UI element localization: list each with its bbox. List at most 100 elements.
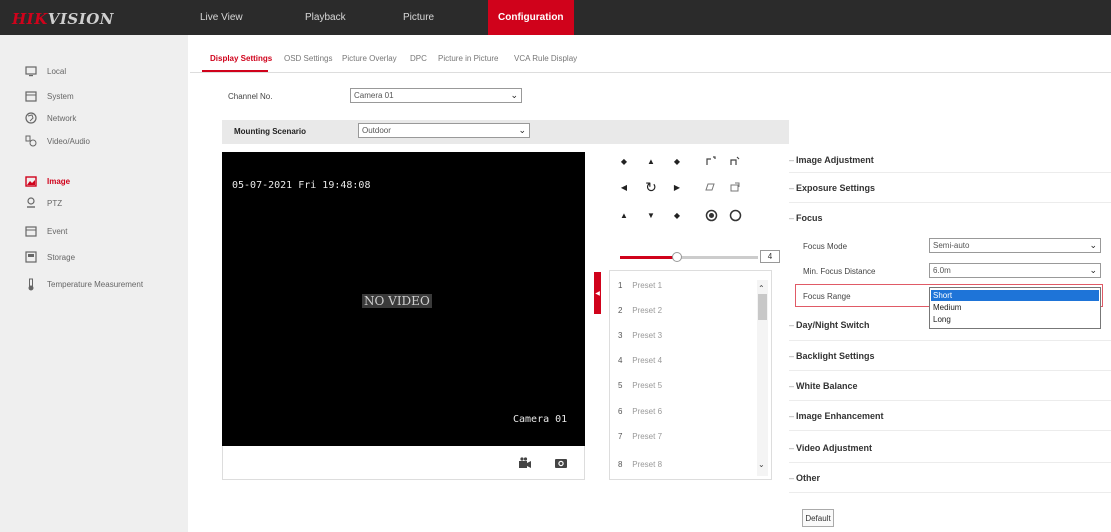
mounting-scenario-select[interactable]: Outdoor ⌄ bbox=[358, 123, 530, 138]
list-item[interactable]: 5 Preset 5 bbox=[618, 381, 662, 390]
scroll-up-icon[interactable]: ⌃ bbox=[758, 284, 765, 293]
ptz-speed-slider-handle[interactable] bbox=[672, 252, 682, 262]
ptz-auto-rotate-button[interactable]: ↻ bbox=[642, 178, 660, 196]
list-item[interactable]: 3 Preset 3 bbox=[618, 331, 662, 340]
tab-divider bbox=[190, 72, 1111, 73]
sidebar-item-label: Storage bbox=[47, 252, 76, 262]
channel-select-value: Camera 01 bbox=[354, 91, 394, 100]
sidebar-item-label: Local bbox=[47, 66, 67, 76]
focus-range-dropdown[interactable]: Short Medium Long bbox=[929, 287, 1101, 329]
list-item[interactable]: 2 Preset 2 bbox=[618, 306, 662, 315]
focus-range-option-long[interactable]: Long bbox=[931, 314, 1099, 325]
sidebar-item-image[interactable]: Image bbox=[0, 170, 188, 192]
mounting-scenario-label: Mounting Scenario bbox=[234, 127, 306, 136]
zoom-in-icon[interactable] bbox=[702, 152, 720, 170]
ptz-up-left-button[interactable]: ◆ bbox=[615, 152, 633, 170]
ptz-down-right-button[interactable]: ◆ bbox=[668, 206, 686, 224]
tab-dpc[interactable]: DPC bbox=[410, 54, 427, 63]
section-day-night-switch[interactable]: – Day/Night Switch bbox=[789, 320, 870, 330]
section-image-enhancement[interactable]: – Image Enhancement bbox=[789, 411, 884, 421]
min-focus-distance-select[interactable]: 6.0m ⌄ bbox=[929, 263, 1101, 278]
ptz-up-button[interactable]: ▲ bbox=[642, 152, 660, 170]
capture-icon[interactable] bbox=[554, 457, 568, 471]
preset-scrollbar-thumb[interactable] bbox=[758, 294, 767, 320]
sidebar-item-system[interactable]: System bbox=[0, 85, 188, 107]
nav-live-view[interactable]: Live View bbox=[200, 0, 243, 35]
chevron-down-icon: ⌄ bbox=[518, 125, 526, 135]
divider bbox=[789, 340, 1111, 341]
tab-osd-settings[interactable]: OSD Settings bbox=[284, 54, 332, 63]
tab-picture-in-picture[interactable]: Picture in Picture bbox=[438, 54, 498, 63]
sidebar-item-temperature-measurement[interactable]: Temperature Measurement bbox=[0, 273, 188, 295]
active-tab-indicator bbox=[202, 70, 268, 72]
sidebar-item-network[interactable]: Network bbox=[0, 107, 188, 129]
list-item[interactable]: 8 Preset 8 bbox=[618, 460, 662, 469]
section-focus[interactable]: – Focus bbox=[789, 213, 823, 223]
globe-icon bbox=[24, 111, 38, 125]
top-navigation-bar: HIKVISION Live View Playback Picture Con… bbox=[0, 0, 1111, 35]
ptz-left-button[interactable]: ◀ bbox=[615, 178, 633, 196]
sidebar-item-local[interactable]: Local bbox=[0, 60, 188, 82]
nav-playback[interactable]: Playback bbox=[305, 0, 346, 35]
sidebar-item-label: System bbox=[47, 91, 74, 101]
channel-select[interactable]: Camera 01 ⌄ bbox=[350, 88, 522, 103]
list-item[interactable]: 7 Preset 7 bbox=[618, 432, 662, 441]
section-exposure-settings[interactable]: – Exposure Settings bbox=[789, 183, 875, 193]
tab-vca-rule-display[interactable]: VCA Rule Display bbox=[514, 54, 577, 63]
preset-list bbox=[609, 270, 772, 480]
sidebar-item-label: Network bbox=[47, 113, 77, 123]
section-white-balance[interactable]: – White Balance bbox=[789, 381, 858, 391]
sidebar-item-event[interactable]: Event bbox=[0, 220, 188, 242]
storage-icon bbox=[24, 250, 38, 264]
section-other[interactable]: – Other bbox=[789, 473, 820, 483]
focus-far-icon[interactable] bbox=[726, 178, 744, 196]
focus-range-option-short[interactable]: Short bbox=[931, 290, 1099, 301]
default-button[interactable]: Default bbox=[802, 509, 834, 527]
sidebar-item-ptz[interactable]: PTZ bbox=[0, 192, 188, 214]
video-audio-icon bbox=[24, 134, 38, 148]
ptz-down-left-button[interactable]: ▲ bbox=[615, 206, 633, 224]
sidebar-item-storage[interactable]: Storage bbox=[0, 246, 188, 268]
list-item[interactable]: 4 Preset 4 bbox=[618, 356, 662, 365]
section-backlight-settings[interactable]: – Backlight Settings bbox=[789, 351, 875, 361]
ptz-right-button[interactable]: ▶ bbox=[668, 178, 686, 196]
list-item[interactable]: 6 Preset 6 bbox=[618, 407, 662, 416]
scroll-down-icon[interactable]: ⌄ bbox=[758, 460, 765, 469]
event-icon bbox=[24, 224, 38, 238]
ptz-icon bbox=[24, 196, 38, 210]
preset-panel-toggle[interactable]: ◀ bbox=[594, 272, 601, 314]
nav-picture[interactable]: Picture bbox=[403, 0, 434, 35]
section-image-adjustment[interactable]: – Image Adjustment bbox=[789, 155, 874, 165]
zoom-out-icon[interactable] bbox=[726, 152, 744, 170]
divider bbox=[789, 492, 1111, 493]
focus-range-option-medium[interactable]: Medium bbox=[931, 302, 1099, 313]
monitor-icon bbox=[24, 64, 38, 78]
divider bbox=[789, 400, 1111, 401]
thermometer-icon bbox=[24, 277, 38, 291]
iris-close-icon[interactable] bbox=[726, 206, 744, 224]
divider bbox=[789, 462, 1111, 463]
min-focus-distance-label: Min. Focus Distance bbox=[803, 267, 876, 276]
list-item[interactable]: 1 Preset 1 bbox=[618, 281, 662, 290]
ptz-down-button[interactable]: ▼ bbox=[642, 206, 660, 224]
mounting-scenario-value: Outdoor bbox=[362, 126, 391, 135]
min-focus-distance-value: 6.0m bbox=[933, 266, 951, 275]
focus-mode-select[interactable]: Semi-auto ⌄ bbox=[929, 238, 1101, 253]
tab-display-settings[interactable]: Display Settings bbox=[210, 54, 272, 63]
focus-mode-label: Focus Mode bbox=[803, 242, 848, 251]
section-video-adjustment[interactable]: – Video Adjustment bbox=[789, 443, 872, 453]
divider bbox=[789, 370, 1111, 371]
chevron-down-icon: ⌄ bbox=[1089, 265, 1097, 275]
tab-picture-overlay[interactable]: Picture Overlay bbox=[342, 54, 397, 63]
divider bbox=[789, 202, 1111, 203]
record-icon[interactable] bbox=[518, 457, 532, 471]
focus-near-icon[interactable] bbox=[702, 178, 720, 196]
focus-mode-value: Semi-auto bbox=[933, 241, 970, 250]
image-icon bbox=[24, 174, 38, 188]
osd-timestamp: 05-07-2021 Fri 19:48:08 bbox=[232, 180, 371, 191]
ptz-up-right-button[interactable]: ◆ bbox=[668, 152, 686, 170]
iris-open-icon[interactable] bbox=[702, 206, 720, 224]
nav-configuration[interactable]: Configuration bbox=[488, 0, 574, 35]
sidebar-item-video-audio[interactable]: Video/Audio bbox=[0, 130, 188, 152]
chevron-down-icon: ⌄ bbox=[1089, 240, 1097, 250]
